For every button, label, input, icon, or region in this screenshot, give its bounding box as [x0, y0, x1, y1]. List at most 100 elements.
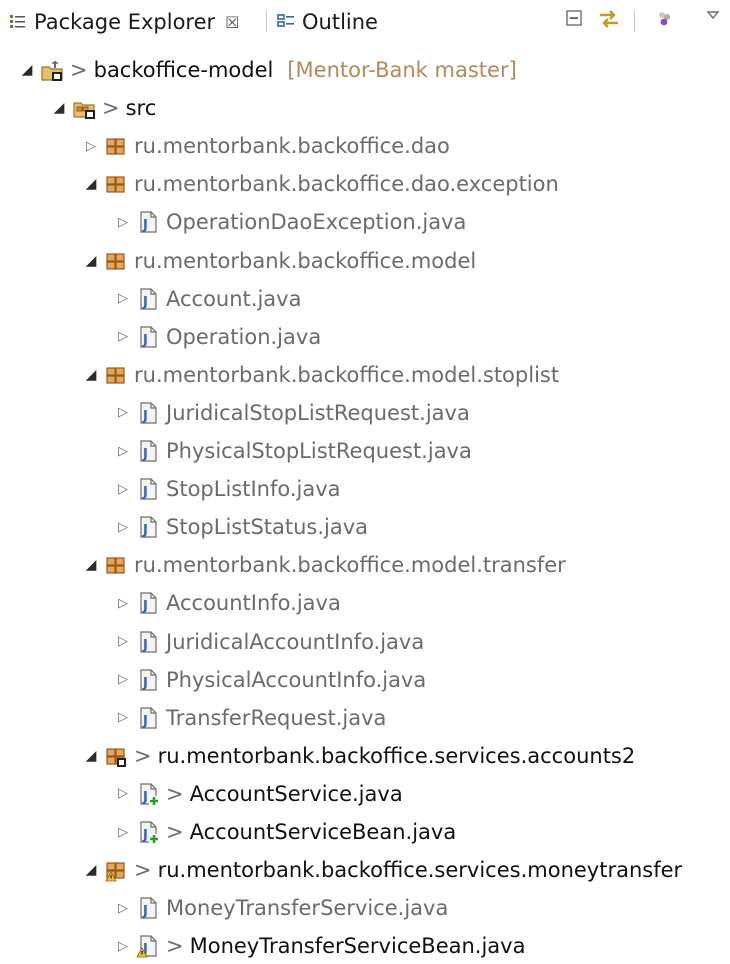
tree-item-label: StopListStatus.java — [166, 515, 369, 540]
tree-item-file[interactable]: ▷ J Operation.java — [114, 319, 321, 355]
collapsed-arrow-icon[interactable]: ▷ — [114, 329, 132, 344]
expanded-arrow-icon[interactable]: ◢ — [82, 557, 100, 573]
collapsed-arrow-icon[interactable]: ▷ — [114, 634, 132, 649]
collapsed-arrow-icon[interactable]: ▷ — [114, 520, 132, 535]
java-file-icon: J — [140, 478, 157, 500]
tree-item-file[interactable]: ▷ J > AccountServiceBean.java — [114, 814, 456, 850]
java-file-icon: J — [140, 592, 157, 614]
tree-item-label: JuridicalAccountInfo.java — [166, 629, 425, 654]
tree-item-file[interactable]: ▷ J TransferRequest.java — [114, 700, 386, 736]
tree-item-package[interactable]: ◢ ru.mentorbank.backoffice.dao.exception — [82, 166, 559, 202]
link-with-editor-icon[interactable] — [596, 6, 622, 32]
tree-item-file[interactable]: ▷ J JuridicalStopListRequest.java — [114, 395, 470, 431]
collapsed-arrow-icon[interactable]: ▷ — [114, 825, 132, 840]
tree-item-label: ru.mentorbank.backoffice.services.accoun… — [157, 743, 636, 768]
tree-item-package[interactable]: ◢ ru.mentorbank.backoffice.model.transfer — [82, 547, 566, 583]
tree-item-label: ru.mentorbank.backoffice.model.stoplist — [134, 362, 560, 387]
tree-item-label: OperationDaoException.java — [166, 210, 467, 235]
java-file-icon: J — [140, 783, 159, 806]
collapsed-arrow-icon[interactable]: ▷ — [82, 139, 100, 154]
tree-item-label: ru.mentorbank.backoffice.dao.exception — [134, 172, 559, 197]
collapsed-arrow-icon[interactable]: ▷ — [114, 596, 132, 611]
java-file-icon: J — [140, 821, 159, 844]
tree-item-label: ru.mentorbank.backoffice.services.moneyt… — [157, 858, 683, 883]
collapsed-arrow-icon[interactable]: ▷ — [114, 710, 132, 725]
git-dirty-marker: > — [134, 858, 152, 883]
git-dirty-marker: > — [166, 781, 184, 806]
view-menu-icon[interactable] — [700, 2, 726, 28]
java-file-icon: J — [140, 516, 157, 538]
tree-item-file[interactable]: ▷ J PhysicalAccountInfo.java — [114, 662, 426, 698]
project-icon — [41, 61, 63, 81]
tree-item-file[interactable]: ▷ J OperationDaoException.java — [114, 204, 466, 240]
view-tab-bar: Package Explorer ☒ Outline — [0, 0, 730, 44]
outline-icon — [277, 14, 294, 27]
collapsed-arrow-icon[interactable]: ▷ — [114, 901, 132, 916]
java-file-icon: J — [140, 897, 157, 919]
svg-text:J: J — [142, 790, 148, 805]
tree-item-file[interactable]: ▷ J Account.java — [114, 281, 301, 317]
svg-text:J: J — [142, 409, 148, 424]
collapsed-arrow-icon[interactable]: ▷ — [114, 482, 132, 497]
java-file-icon: J — [140, 211, 157, 233]
svg-text:J: J — [142, 333, 148, 348]
collapsed-arrow-icon[interactable]: ▷ — [114, 444, 132, 459]
tree-item-label: Account.java — [166, 286, 302, 311]
tree-item-label: backoffice-model — [93, 58, 274, 82]
focus-on-active-task-icon[interactable] — [652, 6, 678, 32]
java-file-icon: J — [140, 287, 157, 310]
java-file-icon: J — [140, 707, 157, 729]
tree-item-file[interactable]: ▷ J MoneyTransferService.java — [114, 890, 448, 926]
expanded-arrow-icon[interactable]: ◢ — [82, 862, 100, 878]
tree-item-package[interactable]: ▷ ru.mentorbank.backoffice.dao — [82, 128, 450, 164]
collapsed-arrow-icon[interactable]: ▷ — [114, 939, 132, 954]
collapsed-arrow-icon[interactable]: ▷ — [114, 291, 132, 306]
tree-item-package[interactable]: ◢ > ru.mentorbank.backoffice.services.acco… — [82, 738, 636, 774]
tree-item-label: AccountInfo.java — [166, 591, 341, 616]
svg-text:J: J — [142, 676, 148, 691]
expanded-arrow-icon[interactable]: ◢ — [82, 176, 100, 192]
tab-package-explorer[interactable]: Package Explorer ☒ — [8, 0, 240, 44]
collapsed-arrow-icon[interactable]: ▷ — [114, 405, 132, 420]
git-dirty-marker: > — [166, 820, 184, 844]
package-icon — [106, 138, 125, 155]
expanded-arrow-icon[interactable]: ◢ — [82, 253, 100, 269]
tree-item-label: ru.mentorbank.backoffice.dao — [134, 134, 450, 159]
tree-item-file[interactable]: ▷ J > AccountService.java — [114, 776, 403, 812]
tree-item-label: MoneyTransferServiceBean.java — [189, 934, 526, 959]
tree-item-file[interactable]: ▷ J StopListStatus.java — [114, 509, 368, 545]
java-file-icon: J — [140, 630, 157, 653]
tab-outline[interactable]: Outline — [276, 0, 378, 44]
collapsed-arrow-icon[interactable]: ▷ — [114, 786, 132, 801]
package-icon — [106, 748, 126, 767]
tree-item-file[interactable]: ▷ J > MoneyTransferServiceBean.java — [114, 928, 525, 964]
tree-item-file[interactable]: ▷ J StopListInfo.java — [114, 471, 341, 507]
tree-item-label: PhysicalAccountInfo.java — [166, 667, 427, 692]
tree-item-label: src — [125, 96, 157, 121]
tree-item-package[interactable]: ◢ > ru.mentorbank.backoffice.services.mone… — [82, 852, 683, 888]
expanded-arrow-icon[interactable]: ◢ — [82, 367, 100, 383]
collapse-all-icon[interactable] — [562, 6, 588, 32]
collapsed-arrow-icon[interactable]: ▷ — [114, 672, 132, 687]
java-file-icon: J — [140, 668, 157, 691]
git-dirty-marker: > — [166, 934, 184, 959]
svg-text:J: J — [142, 485, 148, 500]
package-icon — [105, 862, 125, 882]
expanded-arrow-icon[interactable]: ◢ — [50, 100, 68, 116]
tree-item-package[interactable]: ◢ ru.mentorbank.backoffice.model.stoplist — [82, 357, 559, 393]
expanded-arrow-icon[interactable]: ◢ — [82, 748, 100, 764]
tree-item-src[interactable]: ◢ > src — [50, 90, 157, 126]
close-icon[interactable]: ☒ — [225, 13, 239, 32]
collapsed-arrow-icon[interactable]: ▷ — [114, 215, 132, 230]
tree-item-file[interactable]: ▷ J PhysicalStopListRequest.java — [114, 433, 472, 469]
expanded-arrow-icon[interactable]: ◢ — [18, 62, 36, 78]
git-dirty-marker: > — [70, 58, 88, 82]
svg-text:J: J — [142, 714, 148, 729]
toolbar-divider — [634, 10, 635, 32]
tree-item-file[interactable]: ▷ J JuridicalAccountInfo.java — [114, 624, 424, 660]
tree-item-file[interactable]: ▷ J AccountInfo.java — [114, 585, 341, 621]
svg-text:J: J — [142, 295, 148, 310]
tree-item-package[interactable]: ◢ ru.mentorbank.backoffice.model — [82, 243, 477, 279]
svg-text:J: J — [142, 599, 148, 614]
tree-item-project[interactable]: ◢ > backoffice-model [Mentor-Bank master] — [18, 52, 517, 88]
